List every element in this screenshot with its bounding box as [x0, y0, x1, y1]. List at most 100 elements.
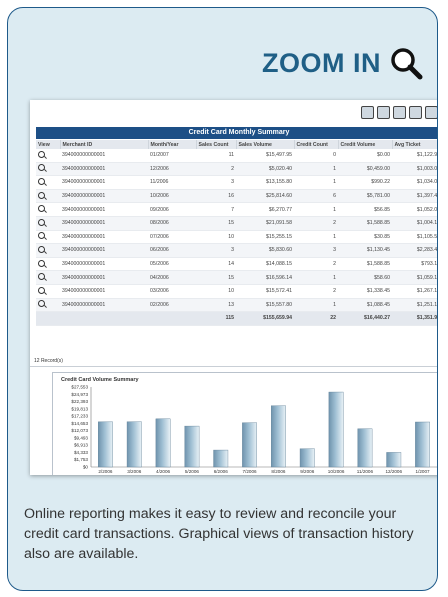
x-tick-label: 6/2006 — [214, 469, 228, 474]
table-cell: 2 — [294, 257, 338, 272]
zoom-in-card: ZOOM IN Credit Card Monthly Summary View… — [7, 7, 438, 591]
view-magnifier-icon[interactable] — [38, 245, 45, 253]
column-header[interactable]: Sales Count — [196, 140, 237, 149]
total-cell: 22 — [294, 311, 338, 326]
table-cell: 1 — [294, 202, 338, 217]
column-header[interactable]: Sales Volume — [236, 140, 295, 149]
table-row: 394000000000001 07/2006 10 $15,255.15 1 $30.8… — [36, 230, 437, 245]
email-icon[interactable] — [409, 106, 422, 119]
y-tick-label: $19,813 — [71, 406, 88, 411]
view-magnifier-icon[interactable] — [38, 218, 45, 226]
chart-bar — [299, 448, 315, 468]
column-header[interactable]: Month/Year — [148, 140, 197, 149]
x-tick-label: 9/2006 — [300, 469, 314, 474]
divider — [30, 366, 437, 367]
column-header[interactable]: Merchant ID — [60, 140, 149, 149]
view-magnifier-icon[interactable] — [38, 164, 45, 172]
table-cell: 3 — [196, 243, 236, 258]
table-cell: 07/2006 — [148, 230, 196, 245]
total-cell: $16,440.27 — [338, 311, 392, 326]
table-cell: 394000000000001 — [60, 270, 148, 285]
view-cell — [36, 243, 60, 258]
export-icon[interactable] — [377, 106, 390, 119]
y-tick-label: $12,073 — [71, 428, 88, 433]
y-tick-label: $9,493 — [74, 435, 88, 440]
table-cell: 15 — [196, 270, 236, 285]
view-cell — [36, 257, 60, 272]
table-cell: $793.10 — [392, 257, 437, 272]
table-cell: $1,052.00 — [392, 202, 437, 217]
table-cell: 11 — [196, 149, 236, 163]
view-magnifier-icon[interactable] — [38, 150, 45, 158]
x-tick-label: 10/2006 — [328, 469, 345, 474]
table-cell: 394000000000001 — [60, 257, 148, 272]
view-magnifier-icon[interactable] — [38, 259, 45, 267]
table-cell: 14 — [196, 257, 236, 272]
x-tick-label: 3/2006 — [127, 469, 141, 474]
view-cell — [36, 149, 60, 163]
view-magnifier-icon[interactable] — [38, 232, 45, 240]
table-cell: $2,283.40 — [392, 243, 437, 258]
table-cell: $1,251.10 — [392, 298, 437, 313]
table-cell: $990.22 — [338, 175, 392, 190]
total-cell — [148, 311, 196, 326]
table-cell: $0.00 — [338, 149, 392, 163]
column-header[interactable]: Credit Volume — [338, 140, 393, 149]
caption-text: Online reporting makes it easy to review… — [24, 506, 414, 562]
chart-bar — [271, 405, 286, 468]
chart-plot: $27,553 $24,973 $22,393 $19,813 $17,233 $14,6… — [71, 385, 437, 474]
table-cell: $15,557.80 — [236, 298, 294, 313]
table-cell: $15,497.95 — [236, 149, 294, 163]
report-title: Credit Card Monthly Summary — [36, 127, 437, 139]
table-cell: $1,130.45 — [338, 243, 392, 258]
column-header[interactable]: View — [36, 140, 61, 149]
table-row: 394000000000001 08/2006 15 $21,091.58 2 $1,58… — [36, 216, 437, 231]
chart-bar — [328, 391, 344, 468]
table-cell: 09/2006 — [148, 202, 196, 217]
view-magnifier-icon[interactable] — [38, 273, 45, 281]
column-header[interactable]: Avg Ticket — [392, 140, 437, 149]
table-cell: $30.85 — [338, 230, 392, 245]
y-tick-label: $24,973 — [71, 392, 88, 397]
table-cell: $5,830.60 — [236, 243, 294, 258]
view-cell — [36, 216, 60, 231]
table-cell: $1,588.85 — [338, 257, 392, 272]
table-cell: 1 — [294, 230, 338, 245]
table-cell: 12/2006 — [148, 162, 196, 177]
print-icon[interactable] — [361, 106, 374, 119]
view-magnifier-icon[interactable] — [38, 205, 45, 213]
table-cell: $58.60 — [338, 270, 392, 285]
table-cell: $1,004.14 — [392, 216, 437, 231]
save-icon[interactable] — [425, 106, 437, 119]
table-cell: 03/2006 — [148, 284, 196, 299]
table-cell: 394000000000001 — [60, 284, 148, 299]
table-row: 394000000000001 09/2006 7 $6,270.77 1 $56.85 $… — [36, 202, 437, 217]
chart-bar — [98, 421, 113, 468]
volume-chart: Credit Card Volume Summary $27,553 $24,97… — [52, 372, 437, 475]
table-cell: 394000000000001 — [60, 162, 148, 177]
table-cell: 2 — [294, 284, 338, 299]
x-tick-label: 8/2006 — [271, 469, 285, 474]
table-cell: 2 — [196, 162, 236, 177]
view-cell — [36, 284, 60, 299]
table-cell: 1 — [294, 270, 338, 285]
view-magnifier-icon[interactable] — [38, 177, 45, 185]
table-cell: $1,122.90 — [392, 149, 437, 163]
column-header[interactable]: Credit Count — [294, 140, 339, 149]
table-cell: $1,397.40 — [392, 189, 437, 204]
pdf-icon[interactable] — [393, 106, 406, 119]
view-cell — [36, 175, 60, 190]
table-cell: $0,459.00 — [338, 162, 392, 177]
table-cell: 3 — [294, 243, 338, 258]
chart-bar — [155, 418, 171, 468]
table-cell: 04/2006 — [148, 270, 196, 285]
table-cell: 10/2006 — [148, 189, 196, 204]
table-row: 394000000000001 04/2006 15 $16,596.14 1 $58.6… — [36, 270, 437, 285]
zoom-in-title: ZOOM IN — [262, 48, 381, 78]
view-magnifier-icon[interactable] — [38, 286, 45, 294]
view-magnifier-icon[interactable] — [38, 191, 45, 199]
table-cell: $1,034.00 — [392, 175, 437, 190]
view-magnifier-icon[interactable] — [38, 300, 45, 308]
y-tick-label: $1,753 — [74, 457, 88, 462]
chart-bar — [126, 421, 142, 468]
